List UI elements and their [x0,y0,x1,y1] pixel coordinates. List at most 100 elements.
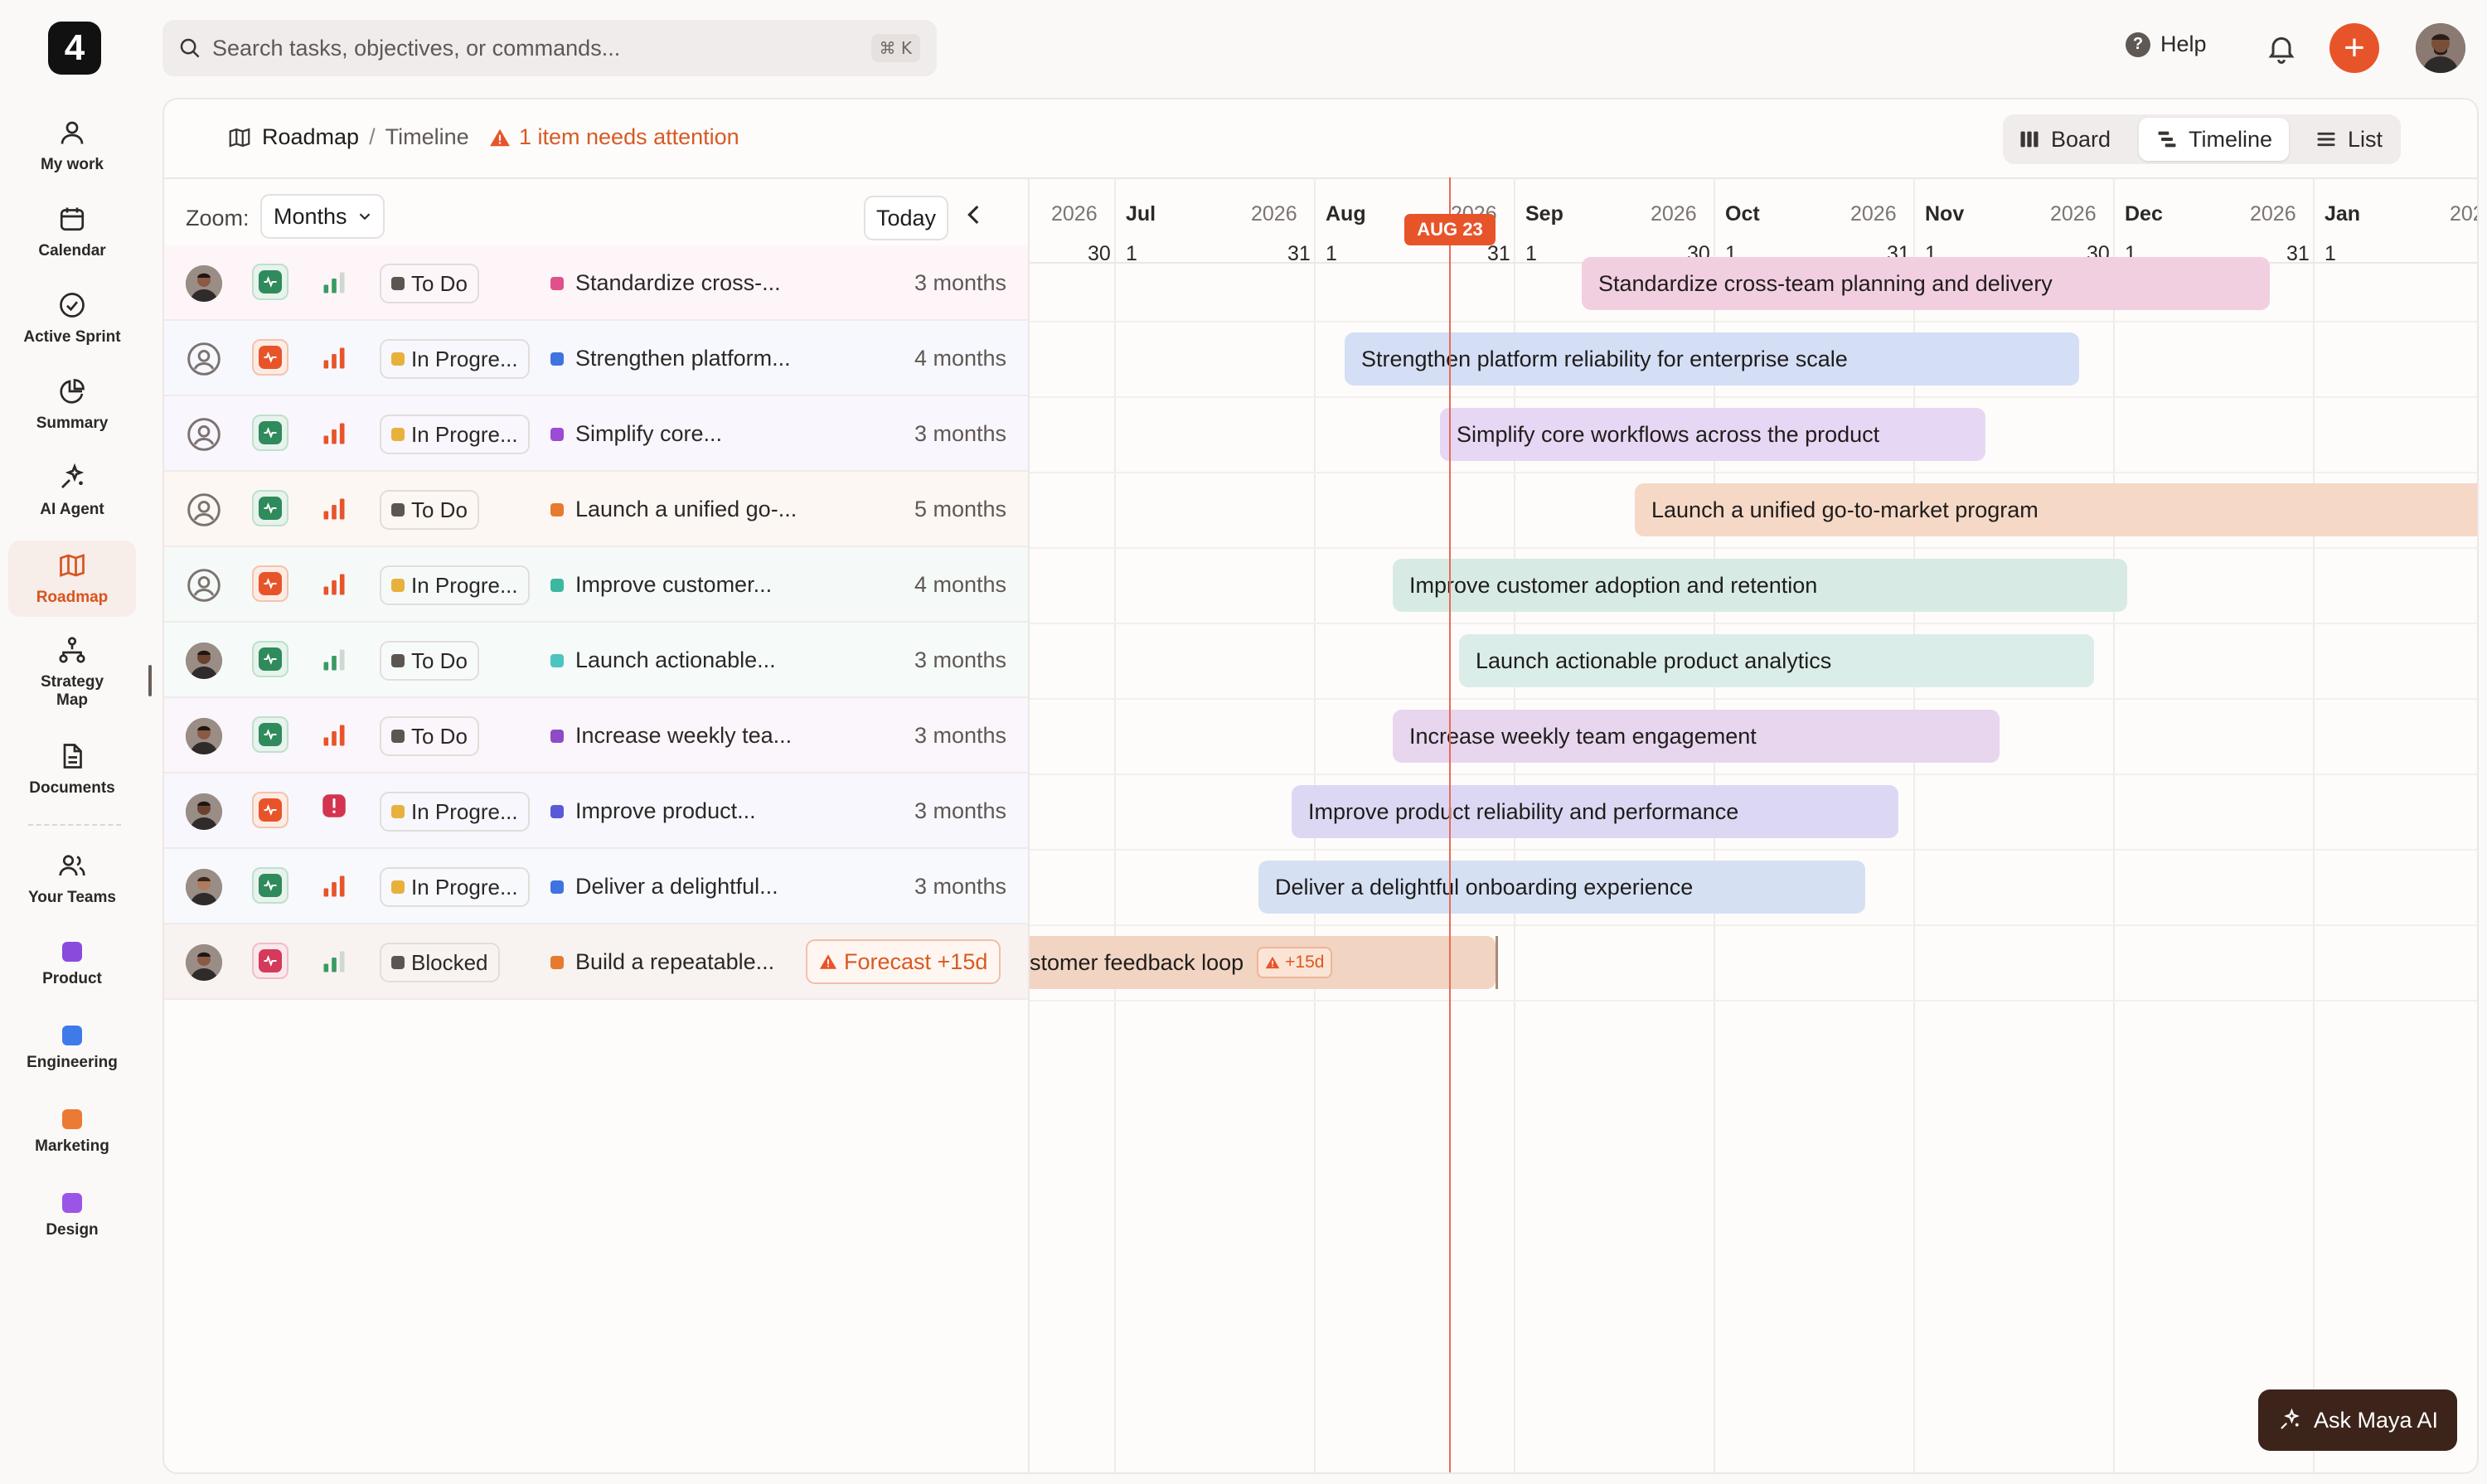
view-list-button[interactable]: List [2315,118,2383,161]
zoom-select[interactable]: Months [260,194,385,239]
status-badge[interactable]: To Do [380,641,479,681]
assignee-avatar[interactable] [186,944,222,981]
health-indicator[interactable] [252,867,288,904]
priority-indicator[interactable] [322,421,347,446]
assignee-avatar[interactable] [186,567,222,604]
priority-indicator[interactable] [322,647,347,672]
objective-row[interactable]: In Progre... Strengthen platform... 4 mont… [164,321,1028,396]
objective-title[interactable]: Launch actionable... [575,647,776,673]
ask-ai-button[interactable]: Ask Maya AI [2258,1389,2457,1451]
timeline-bar[interactable]: Deliver a delightful onboarding experien… [1258,861,1865,914]
objective-title[interactable]: Improve product... [575,798,756,824]
objective-title[interactable]: Improve customer... [575,572,772,598]
team-engineering[interactable]: Engineering [8,1026,136,1072]
health-indicator[interactable] [252,339,288,376]
nav-my-work[interactable]: My work [8,118,136,174]
objective-row[interactable]: To Do Standardize cross-... 3 months [164,245,1028,321]
objective-title[interactable]: Increase weekly tea... [575,723,792,749]
priority-indicator[interactable] [322,270,347,295]
objective-title[interactable]: Strengthen platform... [575,346,791,371]
health-indicator[interactable] [252,415,288,451]
health-indicator[interactable] [252,490,288,526]
status-badge[interactable]: In Progre... [380,339,530,379]
status-badge[interactable]: To Do [380,490,479,530]
status-badge[interactable]: In Progre... [380,792,530,832]
health-indicator[interactable] [252,264,288,300]
objective-row[interactable]: In Progre... Deliver a delightful... 3 mon… [164,849,1028,924]
priority-indicator[interactable] [322,346,347,371]
timeline-bar[interactable]: Simplify core workflows across the produ… [1440,408,1985,461]
priority-indicator[interactable] [322,497,347,521]
today-button[interactable]: Today [864,196,948,240]
user-avatar[interactable] [2416,23,2465,73]
priority-indicator[interactable] [322,723,347,748]
health-indicator[interactable] [252,792,288,828]
priority-indicator[interactable] [322,572,347,597]
help-button[interactable]: ? Help [2126,32,2207,57]
nav-strategy-map[interactable]: Strategy Map [8,635,136,710]
health-indicator[interactable] [252,716,288,753]
nav-ai-agent[interactable]: AI Agent [8,463,136,519]
nav-your-teams[interactable]: Your Teams [8,851,136,907]
status-badge[interactable]: In Progre... [380,415,530,454]
sidebar-resize-handle[interactable] [148,665,152,696]
timeline-bar[interactable]: Standardize cross-team planning and deli… [1582,257,2270,310]
priority-indicator[interactable] [322,949,347,974]
create-button[interactable]: + [2329,23,2379,73]
assignee-avatar[interactable] [186,718,222,754]
timeline-bar[interactable]: Strengthen platform reliability for ente… [1345,332,2079,386]
assignee-avatar[interactable] [186,869,222,905]
objective-row[interactable]: To Do Launch a unified go-... 5 months [164,472,1028,547]
app-logo[interactable]: 4 [48,22,101,75]
priority-indicator[interactable] [322,793,347,818]
health-indicator[interactable] [252,943,288,979]
timeline-bar[interactable]: Improve product reliability and performa… [1292,785,1898,838]
timeline-bar[interactable]: Launch a unified go-to-market program [1635,483,2477,536]
scroll-back-button[interactable] [960,201,988,229]
objective-row[interactable]: In Progre... Simplify core... 3 months [164,396,1028,472]
health-indicator[interactable] [252,565,288,602]
health-indicator[interactable] [252,641,288,677]
nav-roadmap[interactable]: Roadmap [8,541,136,617]
objective-row[interactable]: To Do Increase weekly tea... 3 months [164,698,1028,774]
objective-title[interactable]: Build a repeatable... [575,949,774,975]
status-badge[interactable]: In Progre... [380,565,530,605]
status-badge[interactable]: To Do [380,264,479,303]
search-bar[interactable]: Search tasks, objectives, or commands...… [162,20,937,76]
notifications-button[interactable] [2265,32,2298,65]
objective-title[interactable]: Standardize cross-... [575,270,781,296]
breadcrumb-roadmap[interactable]: Roadmap [262,124,359,150]
assignee-avatar[interactable] [186,793,222,830]
assignee-avatar[interactable] [186,492,222,528]
objective-title[interactable]: Simplify core... [575,421,722,447]
timeline-bar[interactable]: Increase weekly team engagement [1393,710,2000,763]
assignee-avatar[interactable] [186,265,222,302]
team-design[interactable]: Design [8,1193,136,1239]
forecast-warning-badge[interactable]: Forecast +15d [806,939,1001,984]
nav-documents[interactable]: Documents [8,741,136,798]
team-marketing[interactable]: Marketing [8,1109,136,1156]
nav-summary[interactable]: Summary [8,376,136,433]
attention-alert[interactable]: 1 item needs attention [489,124,739,150]
team-product[interactable]: Product [8,942,136,988]
timeline-bar[interactable]: stomer feedback loop +15d [1030,936,1496,989]
nav-active-sprint[interactable]: Active Sprint [8,290,136,347]
assignee-avatar[interactable] [186,643,222,679]
priority-indicator[interactable] [322,874,347,899]
assignee-avatar[interactable] [186,416,222,453]
status-badge[interactable]: Blocked [380,943,500,982]
timeline-bar[interactable]: Improve customer adoption and retention [1393,559,2127,612]
view-board-button[interactable]: Board [2018,118,2111,161]
assignee-avatar[interactable] [186,341,222,377]
delay-chip[interactable]: +15d [1257,947,1333,978]
objective-title[interactable]: Deliver a delightful... [575,874,778,900]
objective-row[interactable]: To Do Launch actionable... 3 months [164,623,1028,698]
objective-row[interactable]: In Progre... Improve product... 3 months [164,774,1028,849]
nav-calendar[interactable]: Calendar [8,204,136,260]
status-badge[interactable]: To Do [380,716,479,756]
objective-row[interactable]: In Progre... Improve customer... 4 months [164,547,1028,623]
objective-row[interactable]: Blocked Build a repeatable... Forecast +15… [164,924,1028,1000]
objective-title[interactable]: Launch a unified go-... [575,497,797,522]
view-timeline-button[interactable]: Timeline [2139,118,2290,161]
timeline-bar[interactable]: Launch actionable product analytics [1459,634,2094,687]
